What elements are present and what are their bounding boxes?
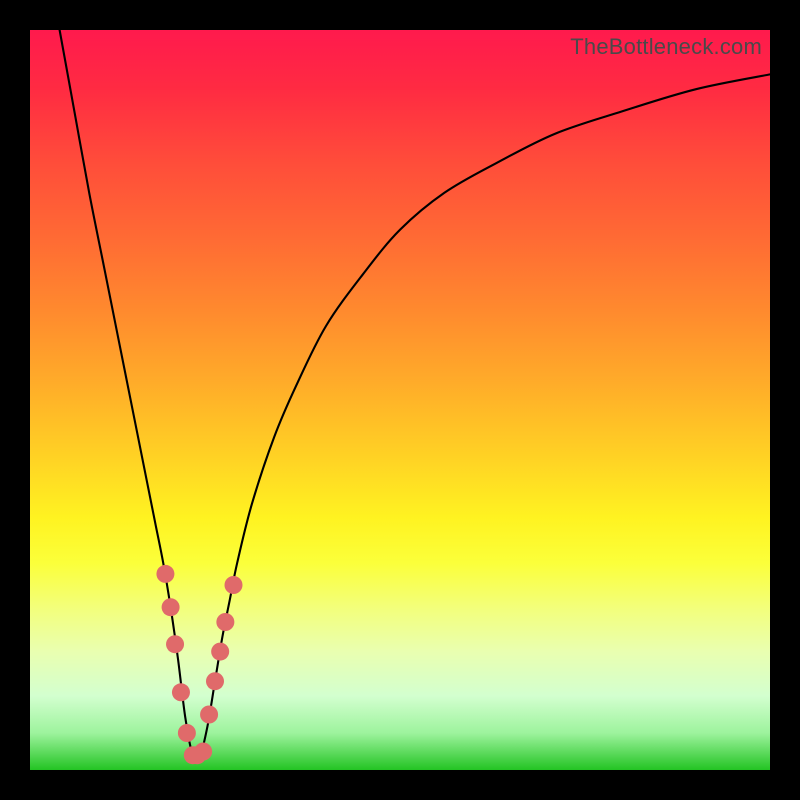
plot-area: TheBottleneck.com (30, 30, 770, 770)
bottleneck-curve-path (60, 30, 770, 759)
curve-marker (194, 743, 212, 761)
curve-marker (206, 672, 224, 690)
curve-marker (216, 613, 234, 631)
curve-marker (211, 643, 229, 661)
curve-marker (162, 598, 180, 616)
curve-marker (225, 576, 243, 594)
curve-marker (172, 683, 190, 701)
curve-marker (156, 565, 174, 583)
curve-layer (30, 30, 770, 770)
curve-marker (166, 635, 184, 653)
curve-marker (200, 706, 218, 724)
chart-frame: TheBottleneck.com (0, 0, 800, 800)
curve-marker (178, 724, 196, 742)
